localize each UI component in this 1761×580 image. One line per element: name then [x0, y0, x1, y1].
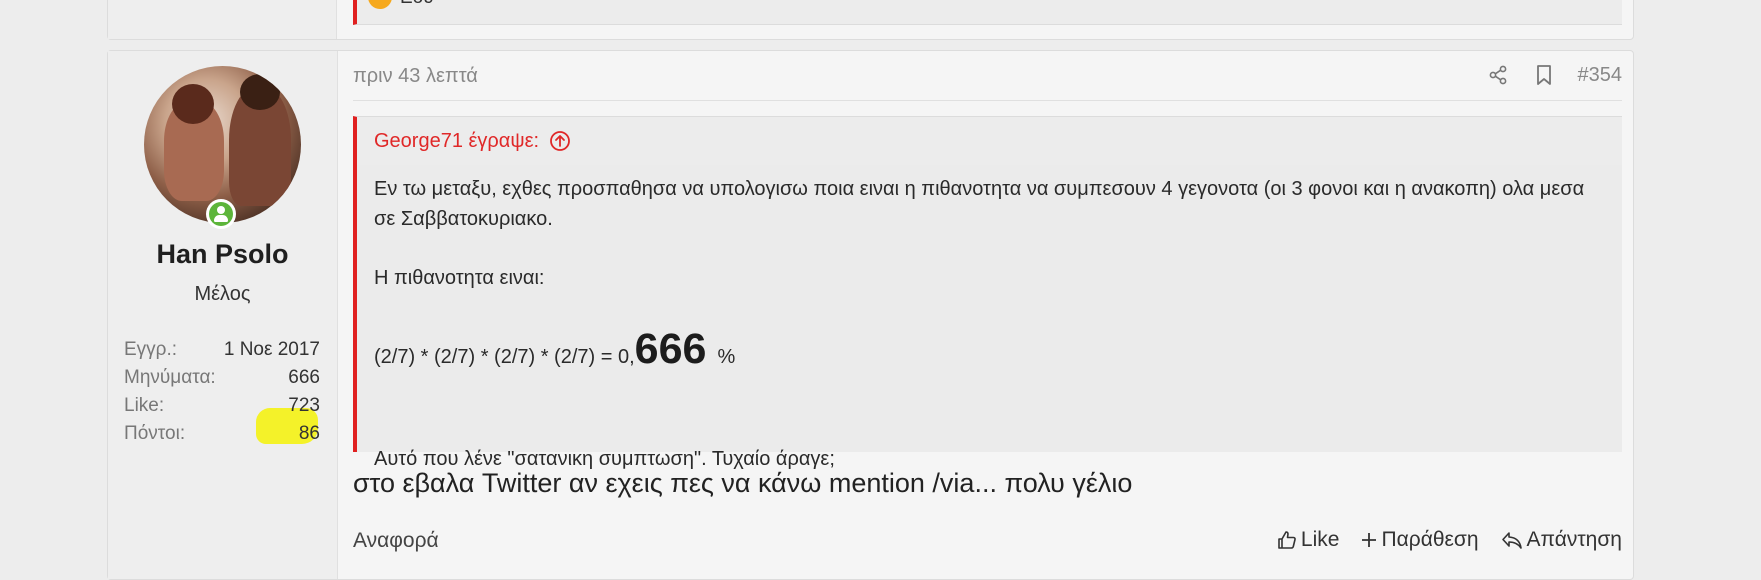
quote-author[interactable]: George71 έγραψε: [374, 130, 539, 153]
user-column-arrow [338, 81, 349, 103]
previous-post: Εου [107, 0, 1634, 40]
stat-row-points: Πόντοι: 86 [124, 420, 320, 448]
like-label: Like [1300, 528, 1340, 551]
share-icon[interactable] [1486, 61, 1510, 89]
user-title: Μέλος [194, 283, 251, 305]
header-divider [353, 100, 1622, 101]
like-button[interactable]: Like [1277, 528, 1340, 552]
quote-formula: (2/7) * (2/7) * (2/7) * (2/7) = 0,666 % [374, 328, 736, 372]
previous-post-user-column [108, 0, 337, 39]
reply-icon [1501, 530, 1523, 550]
quote-block: George71 έγραψε: Εν τω μεταξυ, εχθες προ… [353, 116, 1622, 470]
quote-button[interactable]: Παράθεση [1361, 528, 1479, 552]
post-user-column: Han Psolo Μέλος Εγγρ.: 1 Νοε 2017 Μηνύμα… [108, 51, 349, 579]
stat-row-likes: Like: 723 [124, 392, 320, 420]
post-number-link[interactable]: #354 [1578, 64, 1623, 87]
stat-value: 1 Νοε 2017 [223, 339, 320, 360]
stat-value: 86 [298, 423, 320, 444]
username[interactable]: Han Psolo [108, 239, 337, 270]
online-status-icon [206, 199, 236, 229]
stat-row-joined: Εγγρ.: 1 Νοε 2017 [124, 336, 320, 364]
quote-header[interactable]: George71 έγραψε: [357, 117, 1622, 165]
quote-paragraph: Η πιθανοτητα ειναι: [374, 267, 545, 289]
stat-label: Πόντοι: [124, 423, 186, 444]
plus-icon [1361, 532, 1377, 548]
bookmark-icon[interactable] [1532, 61, 1556, 89]
post-message: στο εβαλα Twitter αν εχεις πες να κάνω m… [353, 468, 1133, 498]
formula-big-number: 666 [634, 325, 707, 373]
report-link[interactable]: Αναφορά [353, 529, 439, 553]
user-stats: Εγγρ.: 1 Νοε 2017 Μηνύματα: 666 Like: 72… [124, 336, 320, 448]
thumbs-up-icon [1277, 530, 1297, 550]
quote-paragraph: Εν τω μεταξυ, εχθες προσπαθησα να υπολογ… [374, 178, 1585, 230]
sad-emoji-icon [368, 0, 392, 9]
stat-value[interactable]: 666 [288, 364, 320, 392]
quote-label: Παράθεση [1381, 528, 1479, 551]
formula-prefix: (2/7) * (2/7) * (2/7) * (2/7) = 0, [374, 346, 635, 368]
stat-row-messages: Μηνύματα: 666 [124, 364, 320, 392]
reply-label: Απάντηση [1526, 528, 1622, 551]
stat-label: Εγγρ.: [124, 339, 178, 360]
arrow-up-circle-icon[interactable] [549, 130, 571, 152]
formula-suffix: % [717, 346, 736, 368]
post-top-actions: #354 [1486, 61, 1623, 89]
post-time[interactable]: πριν 43 λεπτά [353, 65, 478, 88]
previous-post-quote: Εου [353, 0, 1622, 25]
post-footer-actions: Like Παράθεση Απάντηση [1277, 528, 1622, 552]
stat-value: 723 [288, 395, 320, 416]
reply-button[interactable]: Απάντηση [1501, 528, 1622, 552]
stat-label: Like: [124, 395, 165, 416]
post-content: πριν 43 λεπτά #354 George71 έγραψε: Εν τ… [353, 51, 1622, 579]
previous-post-text: Εου [400, 0, 434, 9]
stat-label: Μηνύματα: [124, 367, 216, 388]
forum-post: Han Psolo Μέλος Εγγρ.: 1 Νοε 2017 Μηνύμα… [107, 50, 1634, 580]
